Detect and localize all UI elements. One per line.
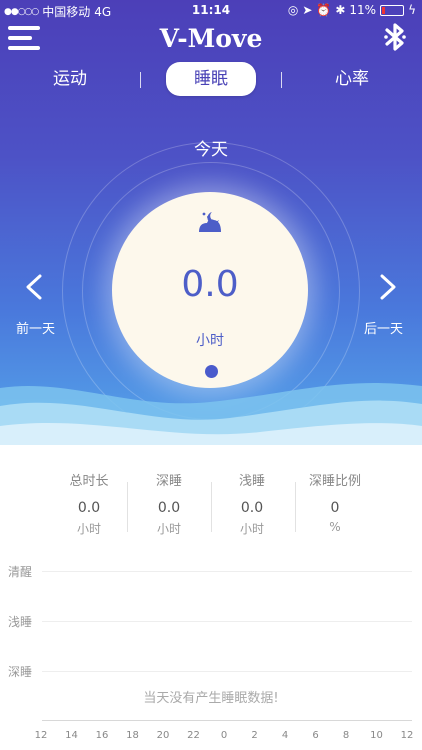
tab-divider [140, 72, 141, 88]
stat-label: 浅睡 [238, 474, 265, 489]
stat-value: 0.0 [157, 500, 181, 516]
app-title: V-Move [159, 24, 263, 53]
chart-level-light: 浅睡 [8, 615, 33, 629]
chart-x-tick: 2 [251, 730, 258, 741]
tab-divider [281, 72, 282, 88]
stat-label: 深睡 [155, 474, 182, 489]
bluetooth-status-icon: ✱ [335, 3, 346, 17]
chart-x-tick: 22 [187, 730, 200, 741]
prev-day-arrow-icon[interactable] [24, 272, 44, 302]
stat-value: 0 [330, 500, 340, 516]
sleep-stats: 总时长 0.0 小时 深睡 0.0 小时 浅睡 0.0 小时 深睡比例 0 % [0, 470, 422, 540]
chart-x-tick: 10 [370, 730, 383, 741]
chart-level-awake: 清醒 [8, 565, 33, 579]
battery-icon [380, 4, 405, 16]
hero-panel: ●●○○○ 中国移动 4G 11:14 ◎ ➤ ⏰ ✱ 11% ϟ V-Move… [0, 0, 422, 445]
status-bar: ●●○○○ 中国移动 4G 11:14 ◎ ➤ ⏰ ✱ 11% ϟ [0, 0, 422, 20]
tab-bar: 运动 睡眠 心率 [0, 62, 422, 98]
stat-unit: 小时 [239, 522, 264, 536]
stat-value: 0.0 [240, 500, 264, 516]
chart-empty-message: 当天没有产生睡眠数据! [143, 691, 279, 706]
chart-x-tick: 16 [95, 730, 109, 741]
prev-day-button[interactable]: 前一天 [16, 318, 55, 337]
lock-rotation-icon: ◎ [287, 3, 299, 17]
chart-x-tick: 18 [126, 730, 139, 741]
stat-value: 0.0 [77, 500, 101, 516]
chart-level-deep: 深睡 [8, 665, 33, 679]
stat-label: 总时长 [69, 474, 109, 489]
tab-heart-rate[interactable]: 心率 [312, 62, 392, 96]
stat-deep-sleep-ratio: 深睡比例 0 % [294, 470, 376, 534]
stat-unit: 小时 [156, 522, 181, 536]
stat-unit: % [329, 520, 341, 534]
next-day-arrow-icon[interactable] [378, 272, 398, 302]
chart-gridline [42, 671, 412, 672]
chart-x-tick: 12 [34, 730, 48, 741]
tab-sleep[interactable]: 睡眠 [166, 62, 256, 96]
status-right: ◎ ➤ ⏰ ✱ 11% ϟ [288, 3, 416, 17]
tab-activity[interactable]: 运动 [30, 62, 110, 96]
battery-label: 11% [349, 3, 377, 17]
chart-x-tick: 20 [156, 730, 170, 741]
stat-light-sleep: 浅睡 0.0 小时 [211, 470, 293, 537]
chart-x-tick: 8 [342, 730, 350, 741]
location-icon: ➤ [302, 3, 313, 17]
chart-x-tick: 0 [220, 730, 228, 741]
chart-gridline [42, 571, 412, 572]
chart-x-axis [42, 720, 412, 721]
chart-x-tick: 12 [400, 730, 414, 741]
chart-gridline [42, 621, 412, 622]
stat-unit: 小时 [76, 522, 101, 536]
sleep-hours-unit: 小时 [196, 333, 224, 349]
page-indicator-dot [205, 365, 218, 378]
stat-total-duration: 总时长 0.0 小时 [48, 470, 130, 537]
sleep-hours-value: 0.0 [181, 264, 239, 305]
sleep-moon-icon [199, 212, 221, 232]
stat-label: 深睡比例 [308, 474, 361, 489]
sleep-summary-circle: 0.0 小时 [112, 192, 308, 388]
chart-x-tick: 6 [312, 730, 319, 741]
stat-deep-sleep: 深睡 0.0 小时 [128, 470, 210, 537]
chart-x-tick: 14 [65, 730, 78, 741]
decorative-wave [0, 383, 422, 445]
bluetooth-icon[interactable] [378, 20, 412, 54]
charging-icon: ϟ [408, 3, 416, 17]
next-day-button[interactable]: 后一天 [364, 318, 403, 337]
chart-x-tick: 4 [281, 730, 289, 741]
alarm-icon: ⏰ [316, 3, 332, 17]
